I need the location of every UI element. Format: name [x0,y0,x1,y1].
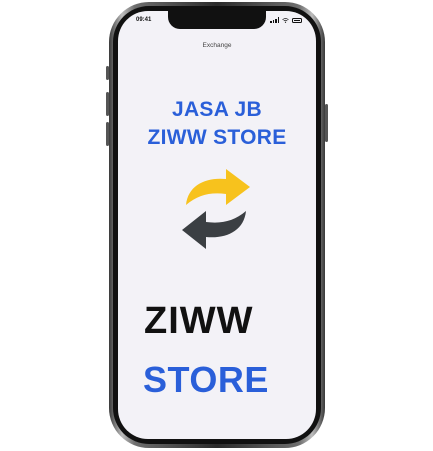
volume-down-button [106,122,109,146]
battery-icon [292,17,302,23]
gray-arrow-icon [182,211,246,249]
wifi-icon [282,17,289,23]
brand-name-dark: ZIWW [144,300,254,342]
phone-screen: 09:41 Exchange JASA JB ZIWW STORE ZIWW S… [118,11,316,439]
mute-switch [106,66,109,80]
volume-up-button [106,92,109,116]
signal-icon [270,17,279,23]
headline-line-2: ZIWW STORE [147,126,287,149]
brand-name-blue: STORE [143,359,269,400]
stage: 09:41 Exchange JASA JB ZIWW STORE ZIWW S… [0,0,433,451]
notch [168,11,266,29]
status-icons [270,17,302,23]
yellow-arrow-icon [186,169,250,205]
screen-title: Exchange [202,42,232,49]
headline-line-1: JASA JB [171,98,263,121]
exchange-arrows-icon [182,169,250,249]
status-time: 09:41 [136,17,152,23]
power-button [325,104,328,142]
